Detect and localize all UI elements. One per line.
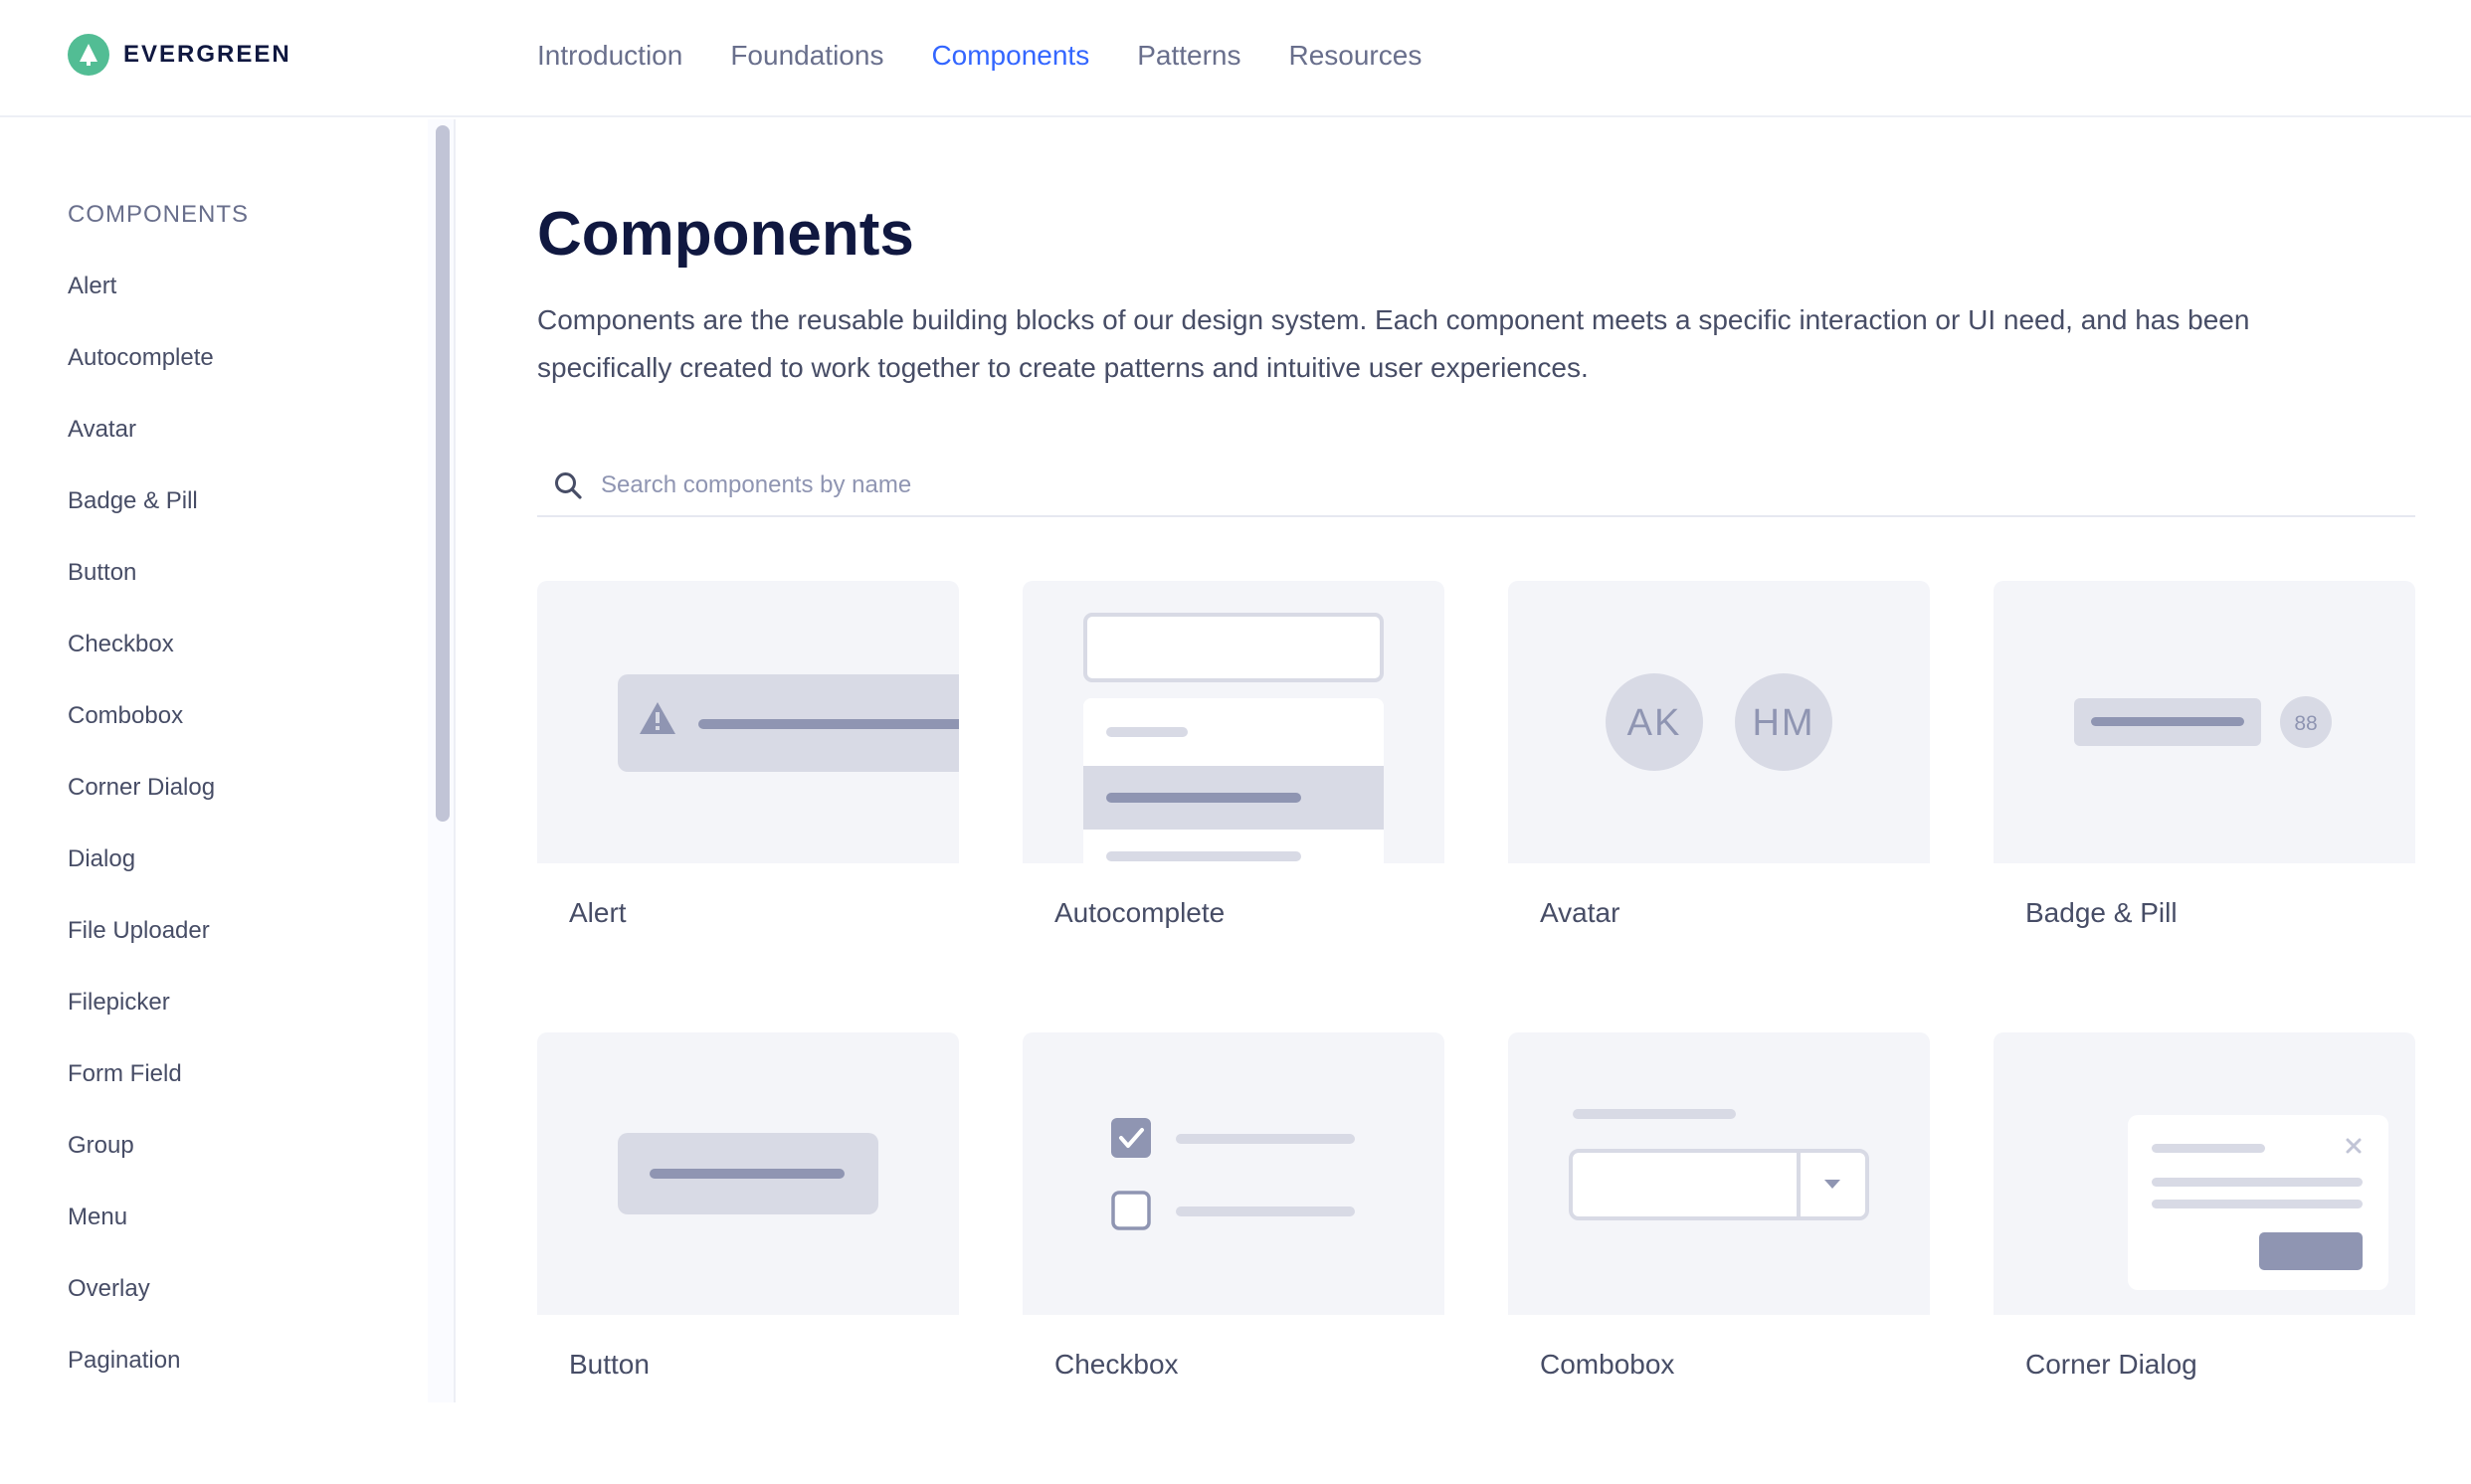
component-card-combobox[interactable]: Combobox (1508, 1032, 1930, 1484)
corner-dialog-preview (1994, 1032, 2415, 1315)
corner-dialog-illustration (2128, 1115, 2388, 1290)
component-card-corner-dialog[interactable]: Corner Dialog (1994, 1032, 2415, 1484)
search-bar (537, 456, 2415, 517)
nav-resources[interactable]: Resources (1288, 40, 1422, 72)
sidebar-item-corner-dialog[interactable]: Corner Dialog (68, 770, 215, 841)
combobox-preview (1508, 1032, 1930, 1315)
nav-components[interactable]: Components (931, 40, 1089, 72)
sidebar-heading: COMPONENTS (68, 201, 250, 228)
button-illustration (618, 1133, 878, 1214)
avatar-preview: AK HM (1508, 581, 1930, 863)
card-label: Badge & Pill (2025, 897, 2178, 928)
card-label: Button (569, 1349, 650, 1380)
brand-name: EVERGREEN (123, 41, 291, 68)
sidebar-item-button[interactable]: Button (68, 555, 215, 627)
main-nav: Introduction Foundations Components Patt… (537, 36, 1422, 76)
avatar-initials-ak: AK (1627, 702, 1682, 744)
sidebar: COMPONENTS Alert Autocomplete Avatar Bad… (0, 119, 456, 1402)
badge-pill-illustration: 88 (2074, 696, 2332, 748)
component-card-alert[interactable]: Alert (537, 581, 959, 1032)
search-input[interactable] (601, 471, 2292, 499)
card-label: Autocomplete (1054, 897, 1226, 928)
sidebar-item-alert[interactable]: Alert (68, 269, 215, 340)
sidebar-item-avatar[interactable]: Avatar (68, 412, 215, 483)
avatar-initials-hm: HM (1752, 702, 1814, 744)
sidebar-item-pagination[interactable]: Pagination (68, 1343, 215, 1402)
sidebar-item-overlay[interactable]: Overlay (68, 1271, 215, 1343)
alert-illustration (618, 674, 959, 772)
component-card-checkbox[interactable]: Checkbox (1023, 1032, 1444, 1484)
avatar-illustration: AK HM (1606, 673, 1832, 771)
sidebar-item-group[interactable]: Group (68, 1128, 215, 1200)
page-title: Components (537, 200, 914, 269)
component-card-autocomplete[interactable]: Autocomplete (1023, 581, 1444, 1032)
autocomplete-preview (1023, 581, 1444, 863)
brand-logo-link[interactable]: EVERGREEN (68, 34, 291, 76)
card-label: Alert (569, 897, 627, 928)
sidebar-item-badge-pill[interactable]: Badge & Pill (68, 483, 215, 555)
badge-pill-preview: 88 (1994, 581, 2415, 863)
card-label: Combobox (1540, 1349, 1675, 1380)
sidebar-item-combobox[interactable]: Combobox (68, 698, 215, 770)
sidebar-list: Alert Autocomplete Avatar Badge & Pill B… (68, 269, 215, 1402)
button-preview (537, 1032, 959, 1315)
checkbox-preview (1023, 1032, 1444, 1315)
card-label: Corner Dialog (2025, 1349, 2197, 1380)
autocomplete-illustration (1083, 613, 1384, 863)
components-grid: Alert Autocomplete AK HM Avatar 88 Badge… (537, 581, 2415, 1484)
alert-preview (537, 581, 959, 863)
pill-count: 88 (2294, 712, 2317, 735)
search-icon (555, 472, 582, 499)
sidebar-item-menu[interactable]: Menu (68, 1200, 215, 1271)
sidebar-scrollbar-thumb[interactable] (436, 125, 450, 822)
sidebar-item-checkbox[interactable]: Checkbox (68, 627, 215, 698)
sidebar-item-filepicker[interactable]: Filepicker (68, 985, 215, 1056)
nav-patterns[interactable]: Patterns (1137, 40, 1240, 72)
top-navbar: EVERGREEN Introduction Foundations Compo… (0, 0, 2471, 117)
evergreen-tree-icon (68, 34, 109, 76)
component-card-button[interactable]: Button (537, 1032, 959, 1484)
sidebar-item-file-uploader[interactable]: File Uploader (68, 913, 215, 985)
sidebar-item-autocomplete[interactable]: Autocomplete (68, 340, 215, 412)
nav-introduction[interactable]: Introduction (537, 40, 682, 72)
combobox-illustration (1569, 1109, 1869, 1220)
card-label: Avatar (1540, 897, 1620, 928)
sidebar-item-form-field[interactable]: Form Field (68, 1056, 215, 1128)
card-label: Checkbox (1054, 1349, 1179, 1380)
checkbox-illustration (1111, 1118, 1355, 1230)
nav-foundations[interactable]: Foundations (730, 40, 883, 72)
component-card-avatar[interactable]: AK HM Avatar (1508, 581, 1930, 1032)
page-description: Components are the reusable building blo… (537, 304, 2250, 383)
sidebar-item-dialog[interactable]: Dialog (68, 841, 215, 913)
component-card-badge-pill[interactable]: 88 Badge & Pill (1994, 581, 2415, 1032)
